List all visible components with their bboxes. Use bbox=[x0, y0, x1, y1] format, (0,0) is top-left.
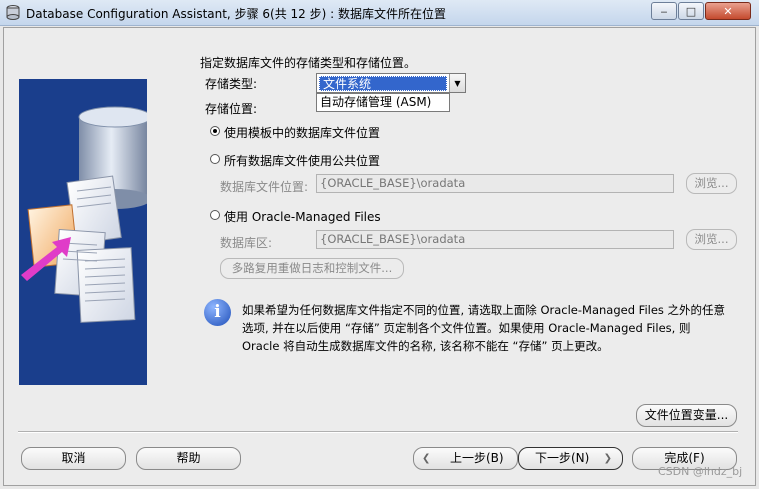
minimize-icon: ‒ bbox=[660, 4, 668, 18]
maximize-button[interactable]: □ bbox=[678, 2, 704, 20]
info-line: Oracle 将自动生成数据库文件的名称, 该名称不能在 “存储” 页上更改。 bbox=[242, 339, 609, 353]
next-button[interactable]: 下一步(N) ❯ bbox=[518, 447, 623, 470]
window-title: Database Configuration Assistant, 步骤 6(共… bbox=[26, 7, 446, 21]
database-files-illustration bbox=[21, 106, 147, 323]
radio-omf[interactable] bbox=[210, 210, 220, 220]
radio-template-label: 使用模板中的数据库文件位置 bbox=[224, 126, 381, 140]
wizard-illustration bbox=[19, 79, 147, 385]
info-icon: i bbox=[204, 299, 231, 326]
close-button[interactable]: ✕ bbox=[705, 2, 751, 20]
help-button[interactable]: 帮助 bbox=[136, 447, 241, 470]
browse-button[interactable]: 浏览... bbox=[686, 173, 737, 194]
multiplex-button[interactable]: 多路复用重做日志和控制文件... bbox=[220, 258, 404, 279]
browse-area-button[interactable]: 浏览... bbox=[686, 229, 737, 250]
db-file-location-input[interactable]: {ORACLE_BASE}\oradata bbox=[316, 174, 674, 193]
radio-common-label: 所有数据库文件使用公共位置 bbox=[224, 154, 381, 168]
storage-type-option-asm[interactable]: 自动存储管理 (ASM) bbox=[316, 93, 450, 112]
storage-type-select[interactable]: 文件系统 ▼ bbox=[316, 73, 466, 93]
back-button[interactable]: ❮ 上一步(B) bbox=[413, 447, 518, 470]
db-file-location-label: 数据库文件位置: bbox=[220, 180, 309, 194]
storage-type-label: 存储类型: bbox=[205, 77, 258, 91]
app-icon bbox=[6, 5, 20, 20]
storage-location-label: 存储位置: bbox=[205, 102, 258, 116]
chevron-right-icon: ❯ bbox=[603, 453, 612, 464]
chevron-down-icon[interactable]: ▼ bbox=[449, 74, 465, 92]
radio-common-location[interactable] bbox=[210, 154, 220, 164]
storage-type-selected: 文件系统 bbox=[319, 76, 447, 91]
db-area-input[interactable]: {ORACLE_BASE}\oradata bbox=[316, 230, 674, 249]
footer-divider bbox=[18, 431, 738, 433]
info-line: 如果希望为任何数据库文件指定不同的位置, 请选取上面除 Oracle-Manag… bbox=[242, 303, 726, 317]
close-icon: ✕ bbox=[723, 4, 733, 18]
info-message: 如果希望为任何数据库文件指定不同的位置, 请选取上面除 Oracle-Manag… bbox=[242, 301, 725, 355]
page-heading: 指定数据库文件的存储类型和存储位置。 bbox=[200, 56, 417, 70]
cancel-button[interactable]: 取消 bbox=[21, 447, 126, 470]
watermark: CSDN @lhdz_bj bbox=[658, 465, 743, 478]
info-line: 选项, 并在以后使用 “存储” 页定制各个文件位置。如果使用 Oracle-Ma… bbox=[242, 321, 691, 335]
minimize-button[interactable]: ‒ bbox=[651, 2, 677, 20]
radio-template-location[interactable] bbox=[210, 126, 220, 136]
title-bar: Database Configuration Assistant, 步骤 6(共… bbox=[0, 0, 759, 26]
maximize-icon: □ bbox=[685, 4, 697, 18]
file-location-variables-button[interactable]: 文件位置变量... bbox=[636, 404, 737, 427]
next-button-label: 下一步(N) bbox=[535, 451, 590, 465]
radio-omf-label: 使用 Oracle-Managed Files bbox=[224, 210, 381, 224]
chevron-left-icon: ❮ bbox=[422, 453, 431, 464]
db-area-label: 数据库区: bbox=[220, 236, 273, 250]
back-button-label: 上一步(B) bbox=[450, 451, 504, 465]
